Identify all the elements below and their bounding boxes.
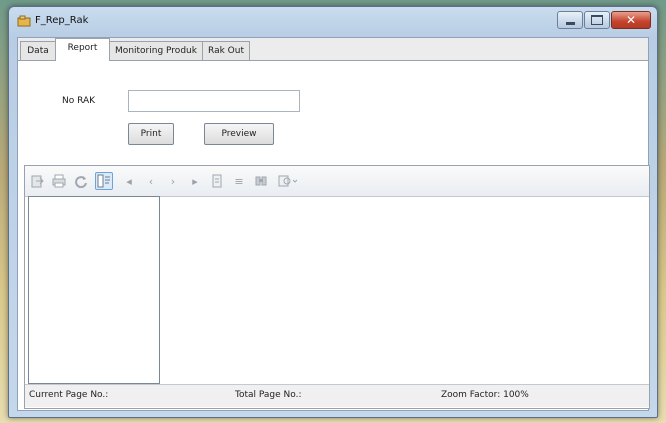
close-icon: ✕ [625,13,637,27]
total-page-status: Total Page No.: [235,390,302,400]
zoom-icon[interactable] [277,173,301,189]
toggle-tree-icon[interactable] [95,172,113,190]
tab-data[interactable]: Data [20,41,56,60]
tab-strip: Data Report Monitoring Produk Rak Out [18,38,648,61]
print-icon[interactable] [51,173,67,189]
next-page-icon[interactable]: › [165,173,181,189]
no-rak-label: No RAK [62,96,96,106]
print-button[interactable]: Print [128,123,174,145]
refresh-icon[interactable] [73,173,89,189]
minimize-icon [565,21,575,25]
first-page-icon[interactable]: ◂ [121,173,137,189]
prev-page-icon[interactable]: ‹ [143,173,159,189]
export-icon[interactable] [29,173,45,189]
viewer-status-bar: Current Page No.: Total Page No.: Zoom F… [25,384,649,407]
window-title: F_Rep_Rak [35,15,89,26]
report-viewer: ◂ ‹ › ▸ ≡ Current Page No.: Total Page N… [24,165,650,409]
tab-rak-out[interactable]: Rak Out [202,41,250,60]
last-page-icon[interactable]: ▸ [187,173,203,189]
caption-buttons: ✕ [556,11,651,29]
close-button[interactable]: ✕ [611,11,651,29]
stop-icon[interactable]: ≡ [231,173,247,189]
goto-page-icon[interactable] [209,173,225,189]
form-client-area: Data Report Monitoring Produk Rak Out No… [17,37,650,411]
app-icon [17,15,31,27]
preview-button[interactable]: Preview [204,123,274,145]
group-tree-panel[interactable] [28,196,160,384]
title-bar[interactable]: F_Rep_Rak ✕ [9,7,657,35]
no-rak-input[interactable] [128,90,300,112]
app-window: F_Rep_Rak ✕ Data Report Monitoring Produ… [8,6,658,418]
minimize-button[interactable] [557,11,583,29]
zoom-factor-status: Zoom Factor: 100% [441,390,529,400]
search-text-icon[interactable] [253,173,269,189]
viewer-toolbar: ◂ ‹ › ▸ ≡ [25,166,649,197]
maximize-button[interactable] [584,11,610,29]
tab-report[interactable]: Report [55,38,110,61]
maximize-icon [591,15,603,25]
tab-monitoring-produk[interactable]: Monitoring Produk [109,41,203,60]
current-page-status: Current Page No.: [29,390,109,400]
